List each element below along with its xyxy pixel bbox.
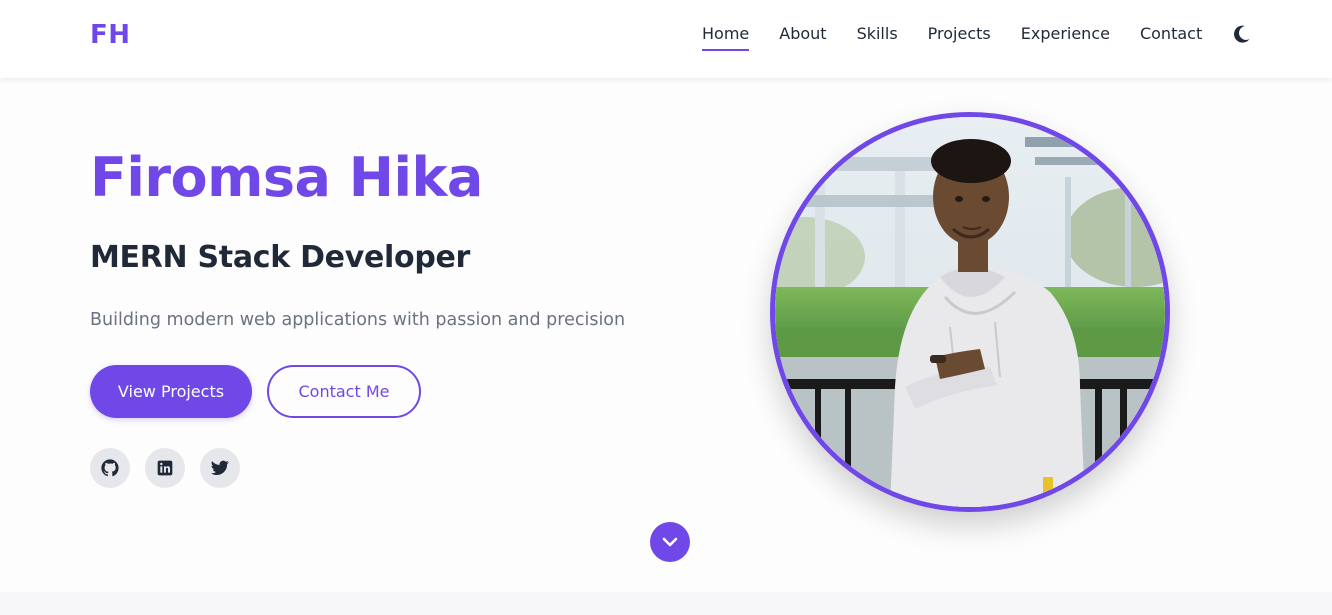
github-icon[interactable] xyxy=(90,448,130,488)
navbar: FH Home About Skills Projects Experience… xyxy=(0,0,1332,78)
twitter-icon[interactable] xyxy=(200,448,240,488)
view-projects-button[interactable]: View Projects xyxy=(90,365,252,418)
hero-tagline: Building modern web applications with pa… xyxy=(90,310,626,330)
hero-role: MERN Stack Developer xyxy=(90,240,471,275)
logo[interactable]: FH xyxy=(90,20,131,50)
nav-link-skills[interactable]: Skills xyxy=(857,24,898,49)
chevron-down-icon[interactable] xyxy=(650,522,690,562)
hero-name: Firomsa Hika xyxy=(90,146,483,209)
moon-icon[interactable] xyxy=(1233,24,1251,44)
linkedin-icon[interactable] xyxy=(145,448,185,488)
nav-links: Home About Skills Projects Experience Co… xyxy=(702,24,1232,51)
profile-photo xyxy=(770,112,1170,512)
next-section-edge xyxy=(0,592,1332,615)
social-links xyxy=(90,448,255,488)
hero-section: Firomsa Hika MERN Stack Developer Buildi… xyxy=(0,78,1332,592)
nav-link-projects[interactable]: Projects xyxy=(928,24,991,49)
nav-link-home[interactable]: Home xyxy=(702,24,750,51)
nav-link-experience[interactable]: Experience xyxy=(1021,24,1110,49)
nav-link-contact[interactable]: Contact xyxy=(1140,24,1202,49)
contact-me-button[interactable]: Contact Me xyxy=(267,365,421,418)
nav-link-about[interactable]: About xyxy=(779,24,826,49)
